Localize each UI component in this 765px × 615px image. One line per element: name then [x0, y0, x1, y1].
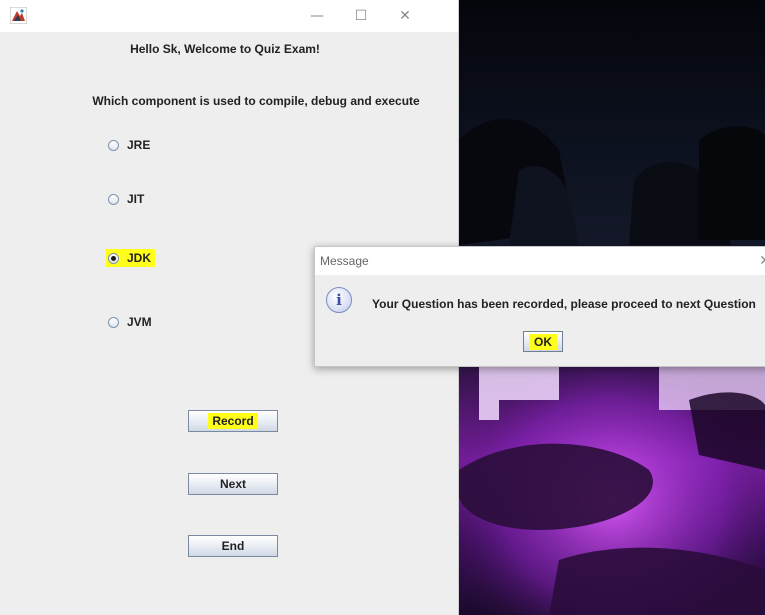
information-icon: i — [326, 287, 352, 313]
dialog-title-bar: Message ✕ — [315, 247, 765, 275]
option-jre[interactable]: JRE — [108, 136, 152, 154]
dialog-close-button[interactable]: ✕ — [755, 251, 765, 271]
option-jvm[interactable]: JVM — [108, 313, 154, 331]
close-button[interactable]: ✕ — [388, 0, 422, 32]
java-app-icon — [10, 7, 27, 24]
next-button[interactable]: Next — [188, 473, 278, 495]
record-button-label: Record — [208, 413, 258, 429]
dialog-message: Your Question has been recorded, please … — [372, 297, 756, 311]
option-label: JRE — [127, 138, 151, 152]
radio-icon[interactable] — [108, 193, 119, 205]
ok-button[interactable]: OK — [523, 331, 563, 352]
option-label: JVM — [127, 315, 152, 329]
record-button[interactable]: Record — [188, 410, 278, 432]
radio-checked-icon[interactable] — [108, 252, 119, 264]
maximize-button[interactable]: ☐ — [344, 0, 378, 32]
end-button[interactable]: End — [188, 535, 278, 557]
title-bar: — ☐ ✕ — [0, 0, 458, 32]
radio-icon[interactable] — [108, 316, 119, 328]
radio-icon[interactable] — [108, 139, 119, 151]
ok-button-label: OK — [529, 333, 557, 350]
option-jit[interactable]: JIT — [108, 190, 146, 208]
end-button-label: End — [221, 539, 245, 553]
next-button-label: Next — [219, 477, 246, 491]
minimize-button[interactable]: — — [300, 0, 334, 32]
welcome-heading: Hello Sk, Welcome to Quiz Exam! — [130, 42, 320, 56]
option-jdk[interactable]: JDK — [106, 249, 156, 267]
dialog-title: Message — [320, 254, 369, 268]
option-label: JIT — [127, 192, 145, 206]
question-text: Which component is used to compile, debu… — [92, 94, 420, 108]
message-dialog: Message ✕ i Your Question has been recor… — [314, 246, 765, 367]
option-label: JDK — [127, 251, 152, 265]
